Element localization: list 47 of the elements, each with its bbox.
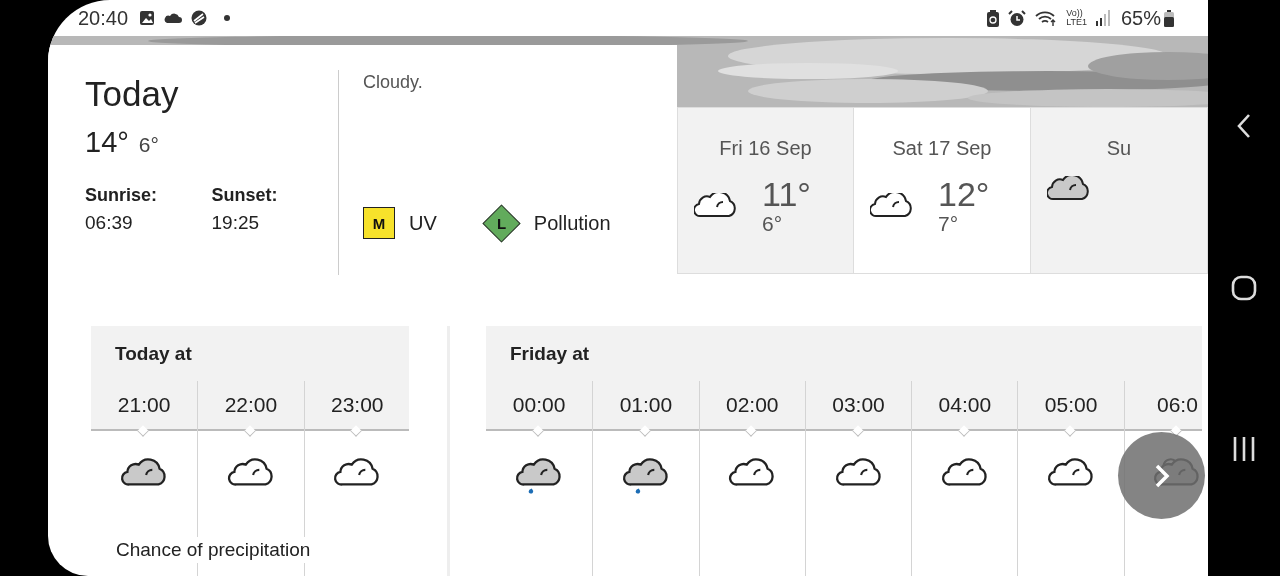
today-title: Today (85, 74, 180, 114)
cloud-icon (870, 193, 914, 219)
hour-tab[interactable]: 23:00 (304, 381, 409, 438)
hour-tab[interactable]: 00:00 (486, 381, 593, 438)
hour-tab[interactable]: 03:00 (805, 381, 912, 438)
index-label: UV (409, 211, 437, 235)
alarm-icon (1008, 9, 1027, 27)
cloud-icon (164, 12, 183, 24)
uv-badge: M (363, 207, 395, 239)
notification-dot (224, 15, 231, 21)
hour-tab[interactable]: 21:00 (91, 381, 198, 438)
group-title: Friday at (510, 342, 590, 365)
hour-tab[interactable]: 22:00 (198, 381, 304, 438)
volte-label: Vo)) (1066, 9, 1083, 18)
hour-tab[interactable]: 02:00 (699, 381, 805, 438)
home-icon[interactable] (1231, 274, 1257, 301)
hour-tab[interactable]: 06:0 (1124, 381, 1202, 438)
cloud-icon (694, 193, 738, 219)
app-icon (191, 10, 208, 26)
hour-tab[interactable]: 01:00 (593, 381, 699, 438)
day-tab[interactable]: Su (1031, 107, 1208, 274)
sunset-label: Sunset: (211, 185, 279, 206)
recents-icon[interactable] (1232, 436, 1256, 462)
hour-tab[interactable]: 05:00 (1018, 381, 1124, 438)
chevron-right-icon (1153, 462, 1170, 489)
battery-icon (1164, 9, 1174, 27)
signal-icon (1095, 10, 1110, 26)
network-type: LTE1 (1066, 18, 1087, 27)
day-tab[interactable]: Sat 17 Sep 12° 7° (854, 107, 1031, 274)
index-label: Pollution (533, 211, 611, 235)
back-icon[interactable] (1236, 113, 1252, 139)
weather-summary: Cloudy. (363, 72, 424, 93)
image-icon (139, 10, 156, 26)
status-time: 20:40 (78, 6, 129, 30)
group-title: Today at (115, 342, 192, 365)
battery-saver-icon (987, 9, 1000, 27)
cloud-icon (1047, 176, 1091, 202)
battery-percent: 65% (1120, 6, 1161, 30)
hour-tab[interactable]: 04:00 (912, 381, 1018, 438)
low-temperature: 6° (138, 133, 159, 157)
wifi-icon (1035, 9, 1058, 27)
precipitation-label: Chance of precipitation (116, 537, 311, 563)
day-tab[interactable]: Fri 16 Sep 11° 6° (677, 107, 854, 274)
sunrise-time: 06:39 (85, 212, 134, 234)
sunset-time: 19:25 (211, 212, 261, 234)
sunrise-label: Sunrise: (85, 185, 159, 206)
high-temperature: 14° (85, 126, 129, 159)
